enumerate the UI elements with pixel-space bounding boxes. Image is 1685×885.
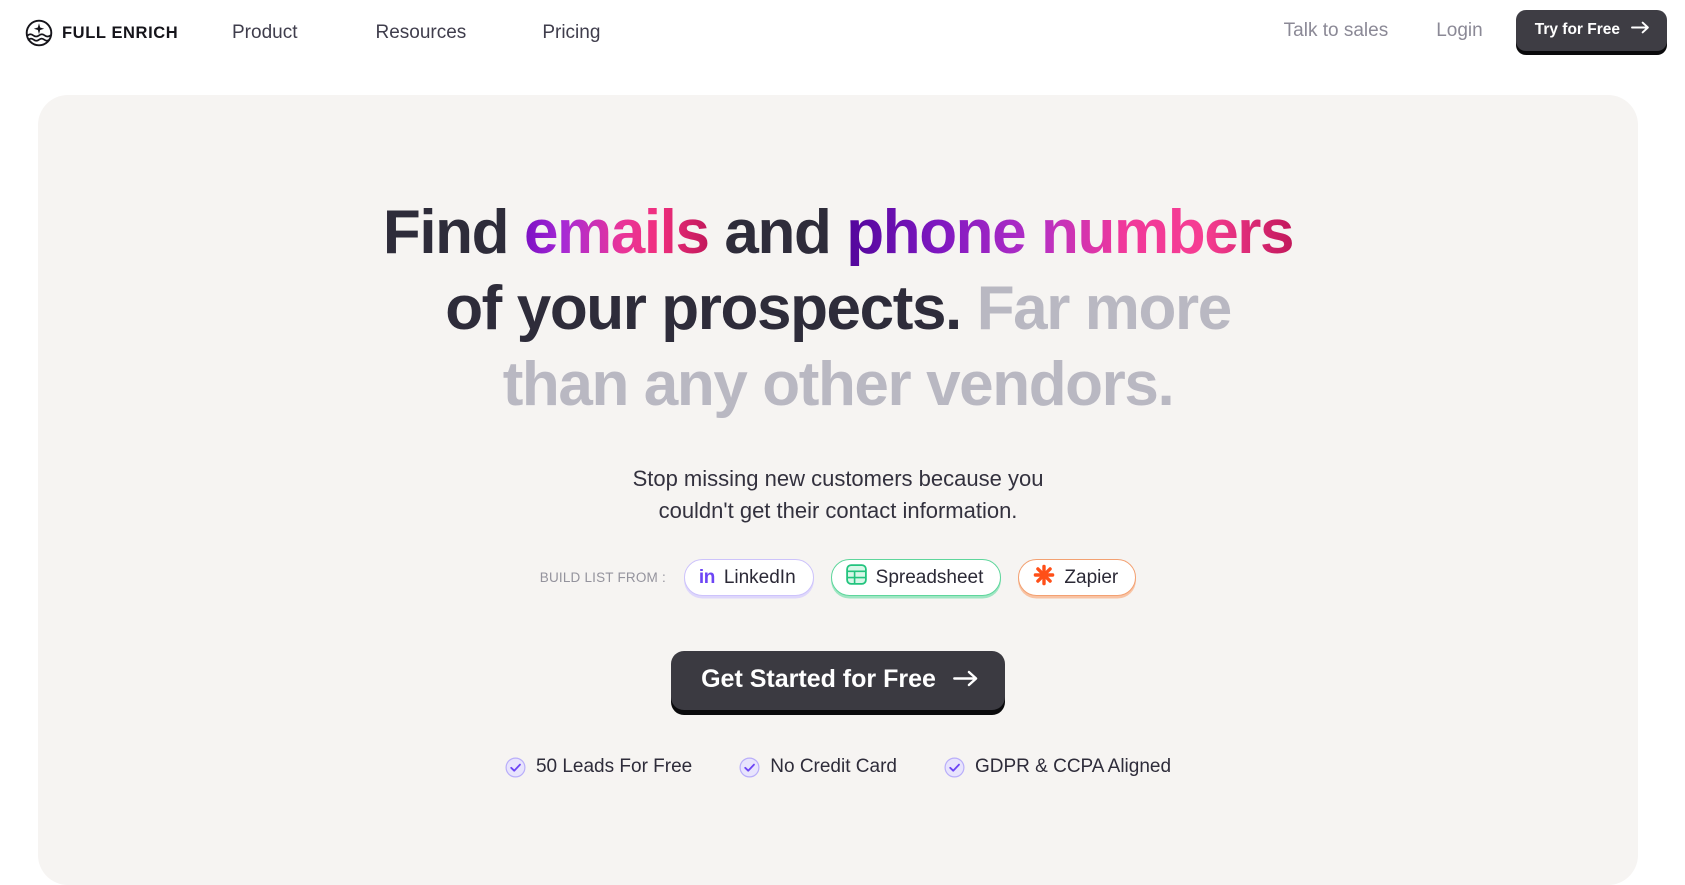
top-navbar: FULL ENRICH Product Resources Pricing Ta… — [0, 0, 1685, 66]
nav-link-product[interactable]: Product — [232, 20, 297, 46]
check-circle-icon — [505, 757, 526, 778]
build-list-from-row: BUILD LIST FROM : in LinkedIn Spreadshee… — [38, 559, 1638, 596]
hero-subheadline: Stop missing new customers because you c… — [38, 463, 1638, 527]
arrow-right-icon — [1631, 21, 1650, 39]
source-pill-zapier-label: Zapier — [1064, 566, 1119, 588]
headline-find: Find — [382, 198, 524, 267]
zapier-icon — [1033, 564, 1055, 592]
nav-right-actions: Talk to sales Login Try for Free — [1284, 10, 1667, 51]
source-pill-spreadsheet-label: Spreadsheet — [875, 566, 984, 588]
get-started-for-free-button[interactable]: Get Started for Free — [671, 651, 1005, 710]
check-circle-icon — [739, 757, 760, 778]
subheadline-line-1: Stop missing new customers because you — [632, 466, 1044, 491]
nav-link-pricing[interactable]: Pricing — [542, 20, 600, 46]
headline-than-any-other-vendors: than any other vendors. — [502, 350, 1175, 419]
headline-emails-gradient: emails — [523, 198, 710, 267]
try-for-free-label: Try for Free — [1534, 21, 1620, 38]
headline-and: and — [708, 198, 847, 267]
source-pill-linkedin[interactable]: in LinkedIn — [683, 559, 814, 596]
hero-cta-wrapper: Get Started for Free — [38, 651, 1638, 710]
check-circle-icon — [944, 757, 965, 778]
try-for-free-button[interactable]: Try for Free — [1515, 10, 1667, 51]
source-pill-zapier[interactable]: Zapier — [1018, 559, 1137, 596]
headline-prospects: of your prospects. — [445, 274, 977, 343]
headline-far-more: Far more — [976, 274, 1233, 343]
headline-phone-numbers-gradient: phone numbers — [846, 198, 1294, 267]
linkedin-icon: in — [698, 566, 715, 588]
hero-perks-row: 50 Leads For Free No Credit Card GDPR & … — [38, 756, 1638, 778]
nav-link-login[interactable]: Login — [1436, 18, 1483, 44]
source-pill-linkedin-label: LinkedIn — [723, 566, 796, 588]
nav-links: Product Resources Pricing — [232, 20, 600, 46]
hero-headline: Find emails and phone numbers of your pr… — [38, 195, 1638, 423]
perk-item: GDPR & CCPA Aligned — [944, 756, 1171, 778]
spreadsheet-icon — [845, 564, 867, 591]
nav-link-resources[interactable]: Resources — [375, 20, 466, 46]
build-list-from-label: BUILD LIST FROM : — [539, 570, 666, 585]
source-pill-spreadsheet[interactable]: Spreadsheet — [830, 559, 1002, 596]
perk-label: 50 Leads For Free — [535, 756, 693, 777]
get-started-label: Get Started for Free — [701, 665, 936, 693]
subheadline-line-2: couldn't get their contact information. — [658, 498, 1018, 523]
perk-label: GDPR & CCPA Aligned — [974, 756, 1172, 777]
perk-item: No Credit Card — [739, 756, 897, 778]
brand-logo[interactable]: FULL ENRICH — [25, 19, 178, 47]
sunrise-wave-circle-icon — [25, 19, 53, 47]
brand-name: FULL ENRICH — [62, 23, 179, 42]
hero-section: Find emails and phone numbers of your pr… — [38, 95, 1638, 885]
arrow-right-icon — [952, 665, 979, 694]
perk-item: 50 Leads For Free — [505, 756, 692, 778]
perk-label: No Credit Card — [770, 756, 897, 777]
nav-link-talk-to-sales[interactable]: Talk to sales — [1284, 18, 1389, 44]
